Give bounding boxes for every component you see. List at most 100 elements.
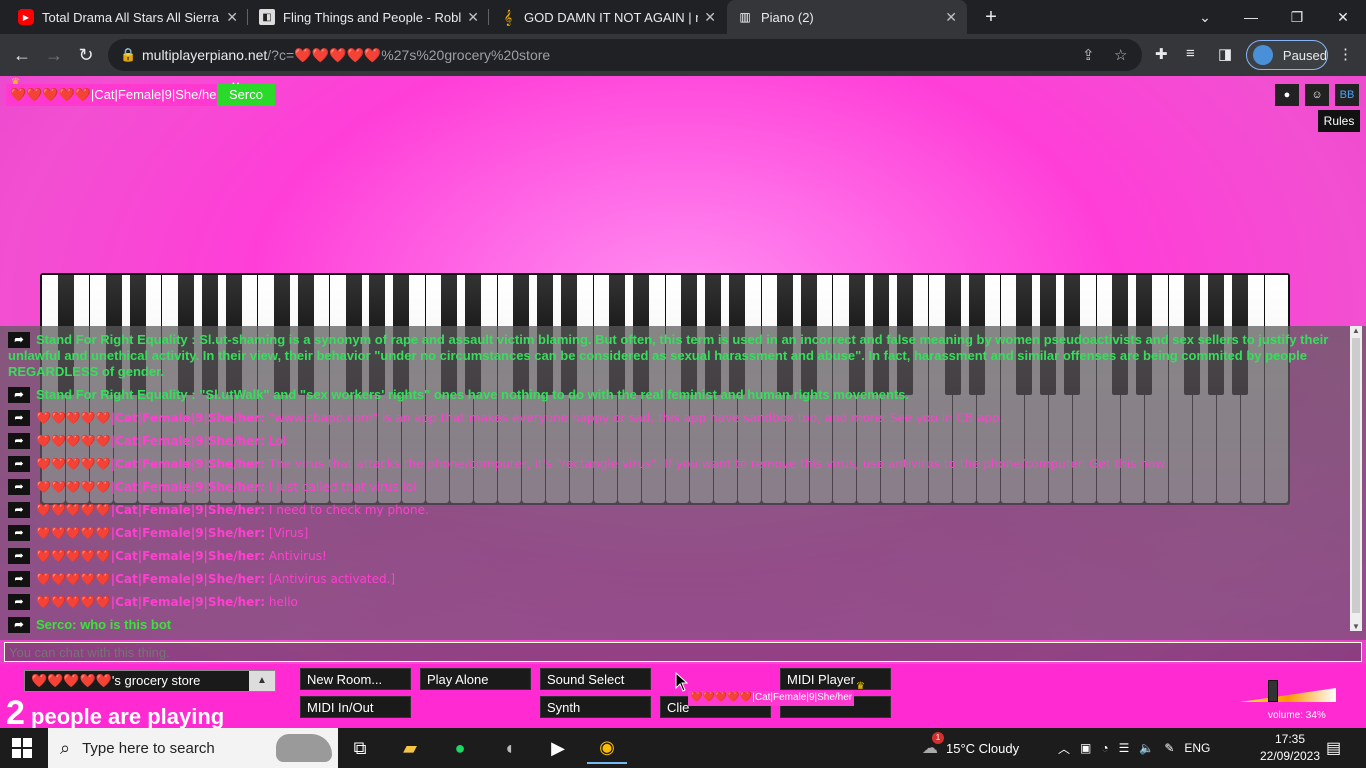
chat-author[interactable]: ❤️❤️❤️❤️❤️|Cat|Female|9|She/her: [36, 526, 265, 540]
notifications-icon[interactable]: ▤ [1326, 728, 1341, 768]
close-icon[interactable]: ✕ [704, 9, 716, 26]
discord-icon[interactable]: ☺ [1305, 84, 1329, 106]
restore-icon[interactable]: ❐ [1274, 0, 1320, 34]
pen-icon[interactable]: ✎ [1164, 741, 1174, 755]
tab-roblox[interactable]: ◧ Fling Things and People - Roblox ✕ [249, 0, 489, 34]
reply-arrow-icon[interactable]: ➦ [8, 332, 30, 348]
new-tab-button[interactable]: + [968, 0, 1014, 34]
scroll-up-icon[interactable]: ▲ [1350, 326, 1362, 335]
self-name-tag[interactable]: Serco [217, 84, 275, 106]
midi-player-button[interactable]: MIDI Player [780, 668, 891, 690]
bb-icon[interactable]: BB [1335, 84, 1359, 106]
reply-arrow-icon[interactable]: ➦ [8, 502, 30, 518]
windows-start-icon[interactable] [12, 738, 32, 758]
chat-log[interactable]: ➦ Stand For Right Equality : Sl.ut-shamin… [0, 326, 1366, 640]
reply-arrow-icon[interactable]: ➦ [8, 594, 30, 610]
media-player-icon[interactable]: ▶ [538, 732, 578, 764]
reply-arrow-icon[interactable]: ➦ [8, 387, 30, 403]
forward-icon[interactable]: → [42, 43, 66, 67]
chat-author[interactable]: ❤️❤️❤️❤️❤️|Cat|Female|9|She/her: [36, 434, 265, 448]
browser-toolbar: ← → ↻ 🔒 multiplayerpiano.net/?c=❤️❤️❤️❤️… [0, 34, 1366, 76]
reply-arrow-icon[interactable]: ➦ [8, 479, 30, 495]
spotify-icon[interactable]: ● [440, 732, 480, 764]
chat-author[interactable]: ❤️❤️❤️❤️❤️|Cat|Female|9|She/her: [36, 411, 265, 425]
chat-scrollbar[interactable]: ▲ ▼ [1350, 326, 1362, 631]
control-bar: ❤️❤️❤️❤️❤️'s grocery store ▲ 2 people ar… [0, 664, 1366, 728]
chat-message: ➦ ❤️❤️❤️❤️❤️|Cat|Female|9|She/her: Antivi… [8, 548, 1338, 564]
chevron-up-icon[interactable]: ︿ [1058, 740, 1070, 757]
share-icon[interactable]: ⇪ [1082, 46, 1095, 64]
midi-inout-button[interactable]: MIDI In/Out [300, 696, 411, 718]
scroll-down-icon[interactable]: ▼ [1350, 622, 1362, 631]
chat-message: ➦ Stand For Right Equality : "Sl.utWalk" … [8, 387, 1338, 403]
chat-message: ➦ Serco: who is this bot [8, 617, 1338, 633]
chevron-up-icon[interactable]: ▲ [249, 671, 275, 691]
side-panel-icon[interactable]: ◨ [1218, 45, 1232, 63]
close-icon[interactable]: ✕ [467, 9, 479, 26]
chat-author[interactable]: ❤️❤️❤️❤️❤️|Cat|Female|9|She/her: [36, 595, 265, 609]
sound-select-button[interactable]: Sound Select [540, 668, 651, 690]
reply-arrow-icon[interactable]: ➦ [8, 456, 30, 472]
volume-slider[interactable]: volume: 34% [1236, 680, 1336, 724]
network-icon[interactable]: ◔ [1101, 741, 1108, 755]
close-icon[interactable]: ✕ [226, 9, 238, 26]
chat-author[interactable]: Stand For Right Equality : [36, 387, 196, 402]
bookmark-star-icon[interactable]: ☆ [1114, 46, 1127, 64]
reply-arrow-icon[interactable]: ➦ [8, 548, 30, 564]
chat-author[interactable]: ❤️❤️❤️❤️❤️|Cat|Female|9|She/her: [36, 549, 265, 563]
chat-author[interactable]: ❤️❤️❤️❤️❤️|Cat|Female|9|She/her: [36, 503, 265, 517]
volume-knob[interactable] [1267, 680, 1278, 702]
weather-widget[interactable]: ☁ 1 15°C Cloudy [922, 728, 1019, 768]
wifi-icon[interactable]: ☰ [1119, 741, 1130, 755]
extensions-icon[interactable]: ✚ [1155, 45, 1168, 63]
user-name-tag[interactable]: ❤️❤️❤️❤️❤️|Cat|Female|9|She/her [6, 84, 225, 106]
chat-text: "Sl.utWalk" and "sex workers' rights" on… [199, 387, 910, 402]
play-alone-button[interactable]: Play Alone [420, 668, 531, 690]
reddit-icon[interactable]: ● [1275, 84, 1299, 106]
profile-button[interactable]: Paused [1246, 40, 1328, 70]
reload-icon[interactable]: ↻ [74, 43, 98, 67]
chat-input[interactable] [4, 642, 1362, 662]
address-bar[interactable]: 🔒 multiplayerpiano.net/?c=❤️❤️❤️❤️❤️%27s… [108, 39, 1142, 71]
close-window-icon[interactable]: ✕ [1320, 0, 1366, 34]
reply-arrow-icon[interactable]: ➦ [8, 617, 30, 633]
task-view-icon[interactable]: ⧉ [340, 732, 380, 764]
chat-author[interactable]: Stand For Right Equality : [36, 332, 196, 347]
taskbar-search[interactable]: ⌕ Type here to search [48, 728, 338, 768]
chat-author[interactable]: Serco: [36, 617, 76, 632]
room-select[interactable]: ❤️❤️❤️❤️❤️'s grocery store ▲ [24, 670, 276, 692]
tab-search-icon[interactable]: ⌄ [1182, 0, 1228, 34]
chrome-icon[interactable]: ◉ [587, 732, 627, 764]
meet-now-icon[interactable]: ▣ [1080, 741, 1091, 755]
chat-author[interactable]: ❤️❤️❤️❤️❤️|Cat|Female|9|She/her: [36, 457, 265, 471]
tab-mpp[interactable]: 𝄞 GOD DAMN IT NOT AGAIN | mpp ✕ [490, 0, 726, 34]
chat-text: hello [268, 595, 298, 609]
chat-author[interactable]: ❤️❤️❤️❤️❤️|Cat|Female|9|She/her: [36, 572, 265, 586]
media-control-icon[interactable]: ≡ [1186, 45, 1195, 62]
tab-strip: ▶ Total Drama All Stars All Sierra Sc ✕ … [0, 0, 1366, 34]
mouse-app-icon[interactable]: ◖ [489, 732, 529, 764]
close-icon[interactable]: ✕ [945, 9, 957, 26]
chat-text: Lol [268, 434, 287, 448]
reply-arrow-icon[interactable]: ➦ [8, 433, 30, 449]
volume-track[interactable] [1240, 688, 1336, 702]
rules-button[interactable]: Rules [1318, 110, 1360, 132]
chat-author[interactable]: ❤️❤️❤️❤️❤️|Cat|Female|9|She/her: [36, 480, 265, 494]
reply-arrow-icon[interactable]: ➦ [8, 410, 30, 426]
synth-button[interactable]: Synth [540, 696, 651, 718]
tab-piano[interactable]: ▥ Piano (2) ✕ [727, 0, 967, 34]
clock[interactable]: 17:35 22/09/2023 [1256, 731, 1324, 765]
room-name: ❤️❤️❤️❤️❤️'s grocery store [31, 673, 201, 688]
speaker-icon[interactable]: 🔈 [1139, 741, 1154, 755]
tab-youtube[interactable]: ▶ Total Drama All Stars All Sierra Sc ✕ [8, 0, 248, 34]
reply-arrow-icon[interactable]: ➦ [8, 525, 30, 541]
menu-icon[interactable]: ⋮ [1338, 45, 1353, 63]
minimize-icon[interactable]: — [1228, 0, 1274, 34]
back-icon[interactable]: ← [10, 43, 34, 67]
new-room-button[interactable]: New Room... [300, 668, 411, 690]
file-explorer-icon[interactable]: ▰ [390, 732, 430, 764]
search-icon: ⌕ [60, 737, 71, 758]
scroll-thumb[interactable] [1352, 338, 1360, 613]
reply-arrow-icon[interactable]: ➦ [8, 571, 30, 587]
language-indicator[interactable]: ENG [1184, 741, 1210, 755]
